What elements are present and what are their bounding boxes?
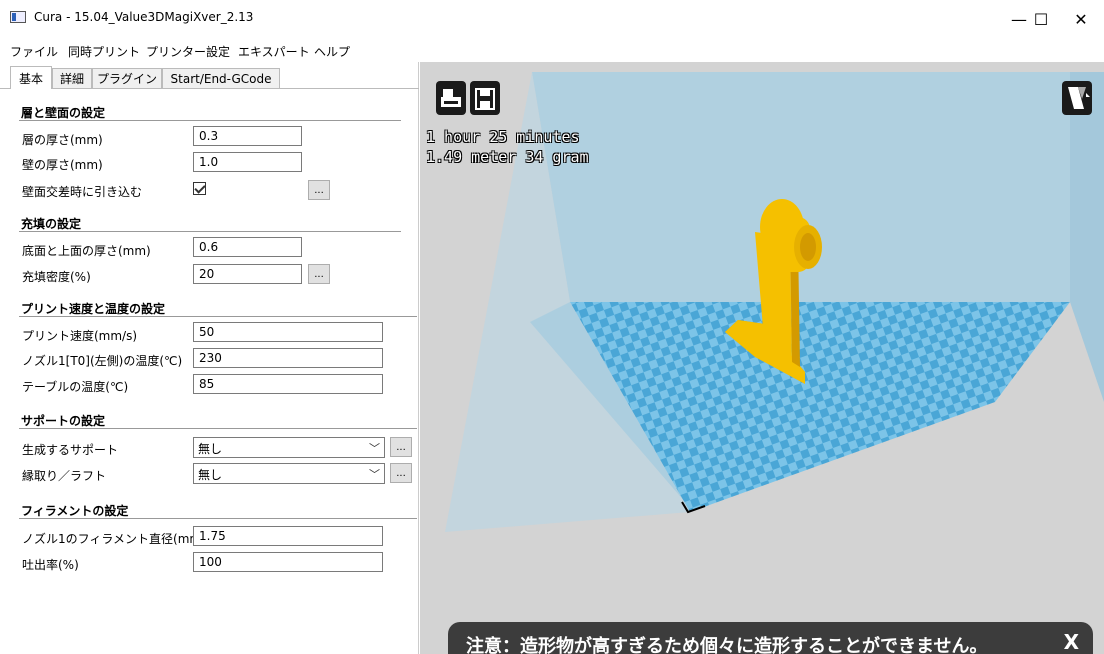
load-model-button[interactable]: [436, 81, 466, 115]
material-usage: 1.49 meter 34 gram: [426, 148, 589, 166]
divider: [19, 316, 417, 317]
adhesion-value: 無し: [198, 468, 223, 482]
print-icon: [441, 89, 461, 107]
flow-rate-label: 吐出率(%): [22, 558, 79, 572]
section-title-filament: フィラメントの設定: [21, 504, 129, 518]
3d-viewport[interactable]: 1 hour 25 minutes 1.49 meter 34 gram 注意：…: [420, 62, 1104, 654]
support-type-label: 生成するサポート: [22, 443, 119, 457]
settings-tabs: 基本 詳細 プラグイン Start/End-GCode: [0, 66, 419, 89]
warning-message: 注意：造形物が高すぎるため個々に造形することができません。: [466, 636, 988, 654]
tab-basic[interactable]: 基本: [10, 66, 52, 89]
bed-temperature-label: テーブルの温度(℃): [22, 380, 129, 394]
toast-close-button[interactable]: X: [1064, 630, 1079, 654]
wall-thickness-label: 壁の厚さ(mm): [22, 158, 103, 172]
adhesion-select[interactable]: 無し ﹀: [193, 463, 385, 484]
menu-expert[interactable]: エキスパート: [238, 43, 310, 60]
tab-start-end-gcode[interactable]: Start/End-GCode: [162, 68, 280, 88]
view-mode-icon: [1068, 87, 1090, 109]
divider: [19, 120, 401, 121]
title-bar: Cura - 15.04_Value3DMagiXver_2.13 — ☐ ✕: [0, 0, 1104, 38]
retraction-checkbox[interactable]: [193, 182, 206, 195]
bed-temperature-input[interactable]: [193, 374, 383, 394]
filament-diameter-input[interactable]: [193, 526, 383, 546]
close-button[interactable]: ✕: [1058, 2, 1104, 36]
fill-settings-button[interactable]: ...: [308, 264, 330, 284]
fill-density-label: 充填密度(%): [22, 270, 91, 284]
view-mode-button[interactable]: [1062, 81, 1092, 115]
section-title-layer: 層と壁面の設定: [21, 106, 106, 120]
retraction-label: 壁面交差時に引き込む: [22, 185, 143, 199]
chevron-down-icon: ﹀: [369, 468, 380, 481]
bottom-top-thickness-label: 底面と上面の厚さ(mm): [22, 244, 151, 258]
menu-printer-settings[interactable]: プリンター設定: [146, 43, 230, 60]
adhesion-settings-button[interactable]: ...: [390, 463, 412, 483]
nozzle-temperature-label: ノズル1[T0](左側)の温度(℃): [22, 354, 183, 368]
section-title-speed: プリント速度と温度の設定: [21, 302, 166, 316]
support-type-value: 無し: [198, 442, 223, 456]
section-title-support: サポートの設定: [21, 414, 106, 428]
layer-height-label: 層の厚さ(mm): [22, 133, 103, 147]
nozzle-temperature-input[interactable]: [193, 348, 383, 368]
menu-file[interactable]: ファイル: [10, 43, 58, 60]
fill-density-input[interactable]: [193, 264, 302, 284]
app-icon: [10, 11, 26, 23]
right-wall: [1070, 72, 1104, 402]
layer-height-input[interactable]: [193, 126, 302, 146]
section-title-fill: 充填の設定: [21, 217, 82, 231]
chevron-down-icon: ﹀: [369, 442, 380, 455]
print-speed-input[interactable]: [193, 322, 383, 342]
warning-toast: 注意：造形物が高すぎるため個々に造形することができません。 X: [448, 622, 1093, 654]
filament-diameter-label: ノズル1のフィラメント直径(mm): [22, 532, 206, 546]
divider: [19, 428, 417, 429]
retraction-settings-button[interactable]: ...: [308, 180, 330, 200]
menu-help[interactable]: ヘルプ: [314, 43, 350, 60]
save-icon: [475, 88, 495, 110]
tab-advanced[interactable]: 詳細: [52, 68, 92, 88]
flow-rate-input[interactable]: [193, 552, 383, 572]
settings-panel: 基本 詳細 プラグイン Start/End-GCode 層と壁面の設定 層の厚さ…: [0, 62, 419, 654]
support-type-select[interactable]: 無し ﹀: [193, 437, 385, 458]
menu-simultaneous-print[interactable]: 同時プリント: [68, 43, 140, 60]
support-settings-button[interactable]: ...: [390, 437, 412, 457]
divider: [19, 231, 401, 232]
adhesion-label: 縁取り／ラフト: [22, 469, 107, 483]
bottom-top-thickness-input[interactable]: [193, 237, 302, 257]
wall-thickness-input[interactable]: [193, 152, 302, 172]
tab-plugins[interactable]: プラグイン: [92, 68, 162, 88]
divider: [19, 518, 417, 519]
print-time: 1 hour 25 minutes: [426, 128, 580, 146]
window-title: Cura - 15.04_Value3DMagiXver_2.13: [34, 10, 254, 24]
print-speed-label: プリント速度(mm/s): [22, 329, 138, 343]
save-gcode-button[interactable]: [470, 81, 500, 115]
menu-bar: ファイル 同時プリント プリンター設定 エキスパート ヘルプ: [0, 38, 1104, 62]
